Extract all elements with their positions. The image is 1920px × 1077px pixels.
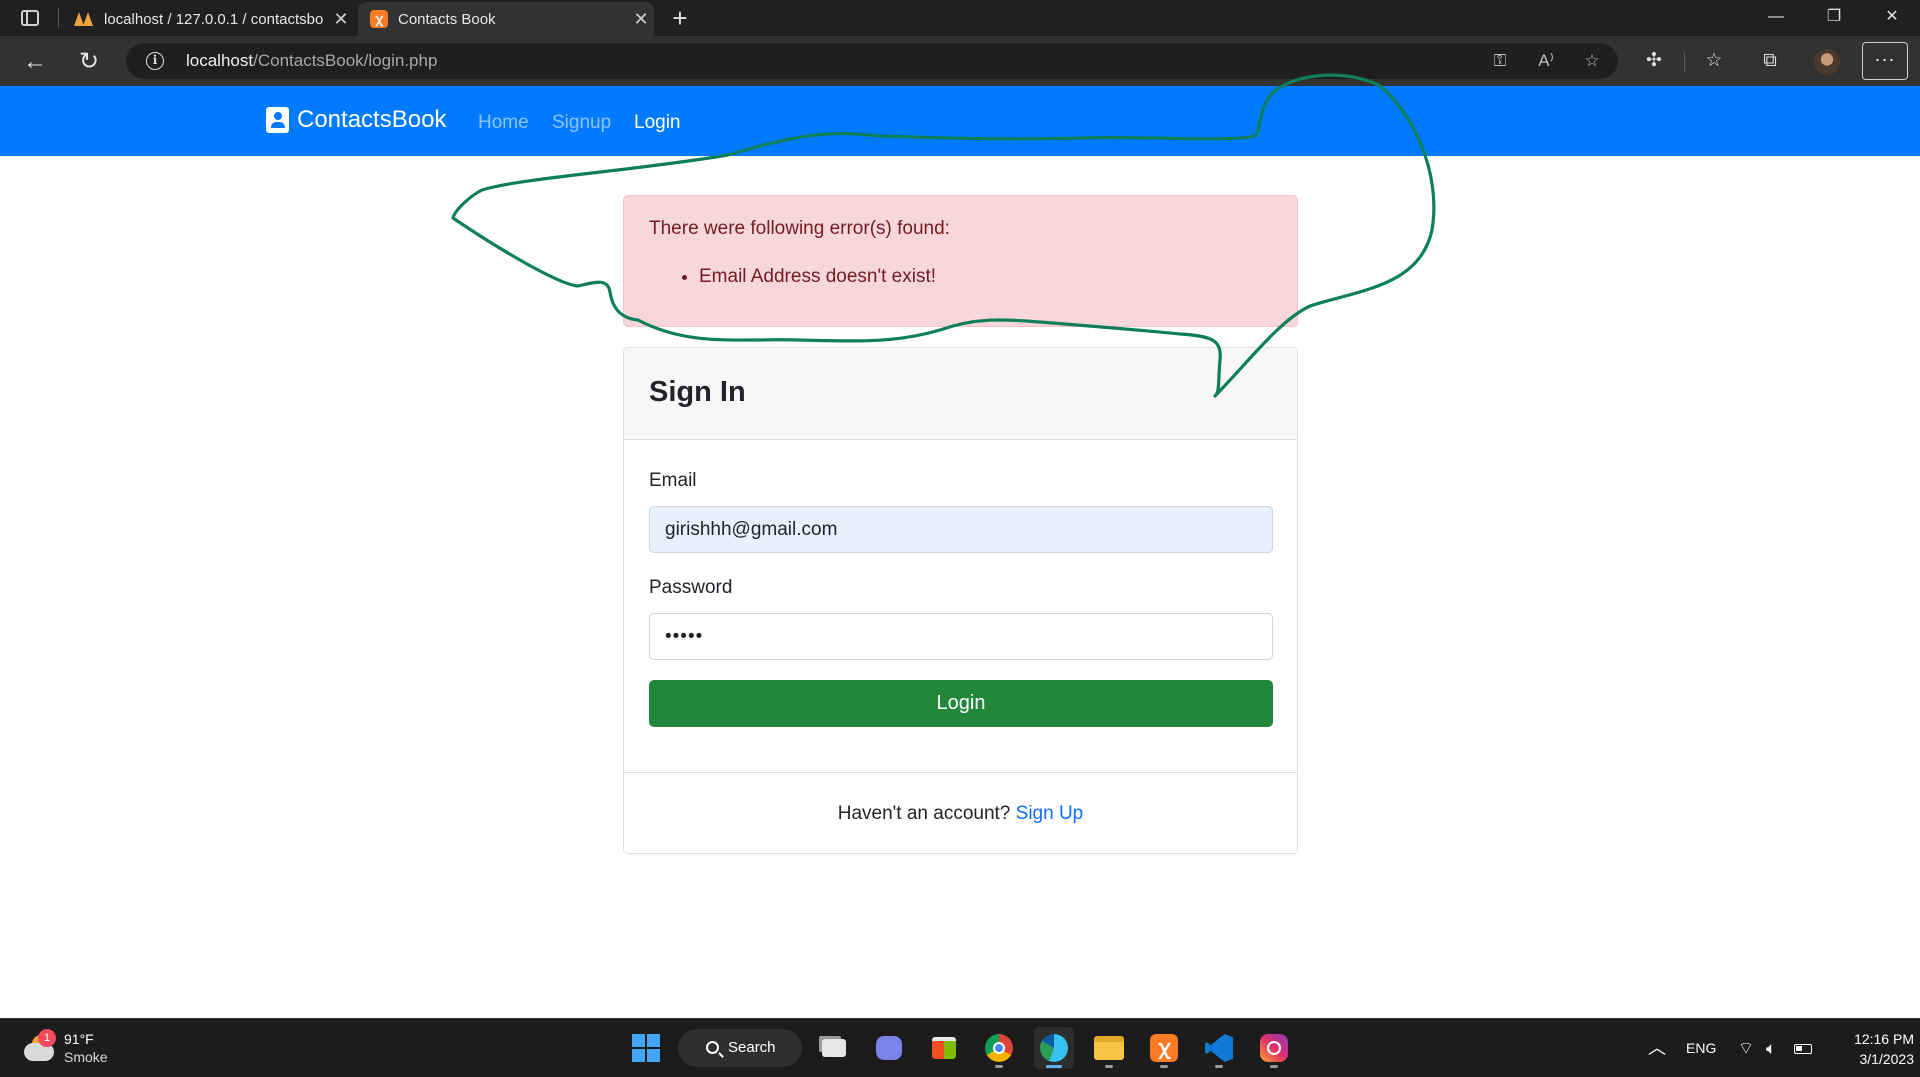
address-toolbar: ← ↻ i localhost/ContactsBook/login.php ⚿… bbox=[0, 36, 1920, 86]
url-text[interactable]: localhost/ContactsBook/login.php bbox=[186, 51, 437, 71]
volume-icon[interactable]: 🔈︎ bbox=[1766, 1019, 1776, 1077]
nav-link-signup[interactable]: Signup bbox=[552, 112, 611, 134]
wifi-icon[interactable]: ⌔ bbox=[1738, 1019, 1754, 1077]
xampp-icon: ꭓ bbox=[370, 10, 388, 28]
chrome-icon bbox=[985, 1034, 1013, 1062]
tab-contacts-book[interactable]: ꭓ Contacts Book ✕ bbox=[358, 2, 654, 36]
chrome-button[interactable] bbox=[979, 1027, 1019, 1069]
minimize-button[interactable]: — bbox=[1748, 0, 1804, 36]
file-explorer-button[interactable] bbox=[1089, 1027, 1129, 1069]
site-navbar: ContactsBook Home Signup Login bbox=[0, 86, 1920, 156]
card-title: Sign In bbox=[649, 376, 746, 408]
restore-button[interactable]: ❐ bbox=[1806, 0, 1862, 36]
notification-badge: 1 bbox=[38, 1029, 56, 1047]
search-icon bbox=[706, 1041, 719, 1054]
brand-link[interactable]: ContactsBook bbox=[266, 106, 446, 134]
instagram-button[interactable] bbox=[1254, 1027, 1294, 1069]
card-footer: Haven't an account? Sign Up bbox=[624, 772, 1297, 853]
add-favorite-icon[interactable]: ☆ bbox=[1580, 49, 1604, 73]
start-button[interactable] bbox=[626, 1027, 666, 1069]
language-indicator[interactable]: ENG bbox=[1686, 1019, 1716, 1077]
error-alert: There were following error(s) found: Ema… bbox=[623, 195, 1298, 327]
email-field[interactable]: girishhh@gmail.com bbox=[649, 506, 1273, 553]
close-tab-icon[interactable]: ✕ bbox=[628, 9, 654, 30]
store-icon bbox=[932, 1037, 956, 1059]
site-info-icon[interactable]: i bbox=[146, 52, 164, 70]
phpmyadmin-icon bbox=[74, 10, 94, 28]
vscode-icon bbox=[1205, 1034, 1233, 1062]
signin-card: Sign In Email girishhh@gmail.com Passwor… bbox=[623, 347, 1298, 854]
tab-title: Contacts Book bbox=[398, 10, 496, 28]
card-header: Sign In bbox=[624, 348, 1297, 440]
tab-actions-icon[interactable] bbox=[16, 6, 44, 30]
chat-icon bbox=[876, 1036, 902, 1060]
task-view-icon bbox=[822, 1039, 846, 1057]
browser-tab-strip: localhost / 127.0.0.1 / contactsbo ✕ ꭓ C… bbox=[0, 0, 1920, 36]
windows-taskbar: 1 91°F Smoke Search ꭓ ︿ ENG ⌔ 🔈︎ 12:16 P… bbox=[0, 1018, 1920, 1077]
edge-icon bbox=[1040, 1034, 1068, 1062]
folder-icon bbox=[1094, 1036, 1124, 1060]
key-icon[interactable]: ⚿ bbox=[1488, 49, 1512, 73]
close-window-button[interactable]: ✕ bbox=[1864, 0, 1920, 36]
windows-logo-icon bbox=[632, 1034, 660, 1062]
battery-icon[interactable] bbox=[1794, 1019, 1812, 1077]
back-button[interactable]: ← bbox=[18, 45, 52, 79]
login-button[interactable]: Login bbox=[649, 680, 1273, 727]
alert-heading: There were following error(s) found: bbox=[649, 218, 950, 239]
store-button[interactable] bbox=[924, 1027, 964, 1069]
error-list: Email Address doesn't exist! bbox=[699, 266, 936, 288]
system-clock[interactable]: 12:16 PM 3/1/2023 bbox=[1838, 1029, 1914, 1069]
refresh-button[interactable]: ↻ bbox=[72, 45, 106, 79]
read-aloud-icon[interactable]: A⁾ bbox=[1534, 49, 1558, 73]
tab-separator bbox=[58, 8, 59, 28]
xampp-icon: ꭓ bbox=[1150, 1034, 1178, 1062]
weather-widget[interactable]: 1 91°F Smoke bbox=[22, 1027, 162, 1071]
clock-time: 12:16 PM bbox=[1854, 1031, 1914, 1047]
nav-link-home[interactable]: Home bbox=[478, 112, 529, 134]
error-item: Email Address doesn't exist! bbox=[699, 266, 936, 288]
nav-link-login[interactable]: Login bbox=[634, 112, 681, 134]
favorites-icon[interactable]: ☆ bbox=[1698, 45, 1730, 77]
password-field[interactable]: ••••• bbox=[649, 613, 1273, 660]
toolbar-divider bbox=[1684, 52, 1685, 72]
task-view-button[interactable] bbox=[814, 1027, 854, 1069]
extensions-icon[interactable]: ✣ bbox=[1638, 45, 1670, 77]
weather-condition: Smoke bbox=[64, 1049, 108, 1065]
tab-title: localhost / 127.0.0.1 / contactsbo bbox=[104, 10, 324, 28]
new-tab-button[interactable]: + bbox=[664, 2, 696, 34]
weather-temp: 91°F bbox=[64, 1031, 94, 1047]
brand-name: ContactsBook bbox=[297, 106, 447, 133]
show-hidden-icons-button[interactable]: ︿ bbox=[1648, 1019, 1666, 1077]
tab-phpmyadmin[interactable]: localhost / 127.0.0.1 / contactsbo ✕ bbox=[62, 2, 354, 36]
email-label: Email bbox=[649, 470, 697, 491]
taskbar-search[interactable]: Search bbox=[678, 1029, 802, 1067]
collections-icon[interactable]: ⧉ bbox=[1754, 45, 1786, 77]
address-bar[interactable]: i localhost/ContactsBook/login.php ⚿ A⁾ … bbox=[126, 43, 1618, 79]
xampp-button[interactable]: ꭓ bbox=[1144, 1027, 1184, 1069]
clock-date: 3/1/2023 bbox=[1859, 1051, 1915, 1067]
signup-link[interactable]: Sign Up bbox=[1016, 803, 1084, 824]
instagram-icon bbox=[1260, 1034, 1288, 1062]
vscode-button[interactable] bbox=[1199, 1027, 1239, 1069]
teams-chat-button[interactable] bbox=[869, 1027, 909, 1069]
profile-avatar[interactable] bbox=[1814, 49, 1840, 75]
close-tab-icon[interactable]: ✕ bbox=[328, 9, 354, 30]
footer-text: Haven't an account? bbox=[837, 803, 1011, 824]
more-options-button[interactable]: ··· bbox=[1862, 42, 1908, 80]
contact-book-icon bbox=[266, 107, 289, 133]
search-label: Search bbox=[728, 1039, 776, 1056]
edge-button[interactable] bbox=[1034, 1027, 1074, 1069]
password-label: Password bbox=[649, 577, 733, 598]
